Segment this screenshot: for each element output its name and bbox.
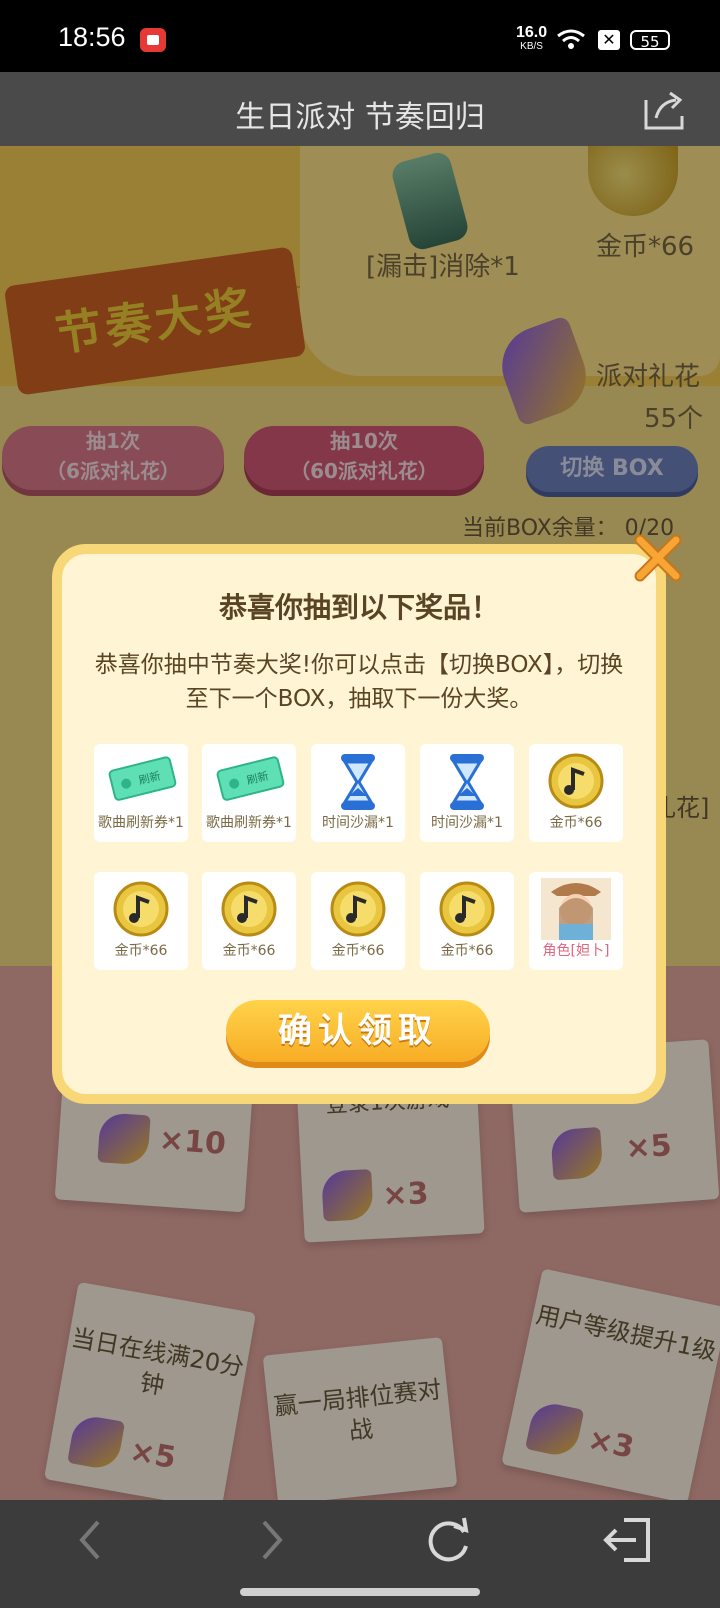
hourglass-icon (311, 750, 405, 812)
character-avatar-icon (529, 878, 623, 940)
reward-label: 金币*66 (114, 943, 168, 959)
reward-card: 金币*66 (529, 744, 623, 842)
coin-icon (529, 750, 623, 812)
reward-card: 时间沙漏*1 (311, 744, 405, 842)
network-speed-unit: KB/S (520, 41, 543, 52)
coin-icon (311, 878, 405, 940)
coin-icon (94, 878, 188, 940)
network-speed: 16.0 KB/S (516, 24, 548, 54)
reward-label: 时间沙漏*1 (431, 815, 503, 831)
no-sim-icon: ✕ (598, 30, 620, 50)
reward-card: 金币*66 (420, 872, 514, 970)
confirm-claim-button[interactable]: 确认领取 (226, 1000, 490, 1062)
reward-label: 金币*66 (440, 943, 494, 959)
wifi-icon (557, 29, 585, 49)
reward-card: 刷新歌曲刷新券*1 (94, 744, 188, 842)
back-icon[interactable] (62, 1512, 122, 1568)
reward-card: 金币*66 (311, 872, 405, 970)
hourglass-icon (420, 750, 514, 812)
reward-label: 金币*66 (549, 815, 603, 831)
coin-icon (202, 878, 296, 940)
home-indicator[interactable] (240, 1588, 480, 1596)
reward-label: 金币*66 (331, 943, 385, 959)
status-time: 18:56 (58, 22, 126, 52)
reward-card: 金币*66 (202, 872, 296, 970)
battery-icon: 55 (630, 30, 670, 51)
coin-icon (420, 878, 514, 940)
close-icon[interactable] (630, 530, 686, 586)
reward-label: 角色[妲卜] (542, 943, 610, 959)
reward-card: 角色[妲卜] (529, 872, 623, 970)
reward-label: 歌曲刷新券*1 (98, 815, 184, 831)
forward-icon[interactable] (240, 1512, 300, 1568)
reward-label: 歌曲刷新券*1 (206, 815, 292, 831)
dialog-message: 恭喜你抽中节奏大奖!你可以点击【切换BOX】，切换至下一个BOX，抽取下一份大奖… (94, 652, 624, 712)
reward-card: 时间沙漏*1 (420, 744, 514, 842)
refresh-icon[interactable] (420, 1512, 480, 1568)
ticket-icon: 刷新 (94, 750, 188, 812)
reward-label: 金币*66 (222, 943, 276, 959)
ticket-icon: 刷新 (202, 750, 296, 812)
reward-label: 时间沙漏*1 (322, 815, 394, 831)
page-title: 生日派对 节奏回归 (235, 100, 485, 135)
share-icon[interactable] (642, 88, 686, 132)
reward-card: 刷新歌曲刷新券*1 (202, 744, 296, 842)
reward-card: 金币*66 (94, 872, 188, 970)
dialog-title: 恭喜你抽到以下奖品！ (218, 591, 499, 624)
screen-record-icon (140, 28, 166, 52)
network-speed-value: 16.0 (516, 24, 548, 41)
exit-icon[interactable] (600, 1512, 660, 1568)
